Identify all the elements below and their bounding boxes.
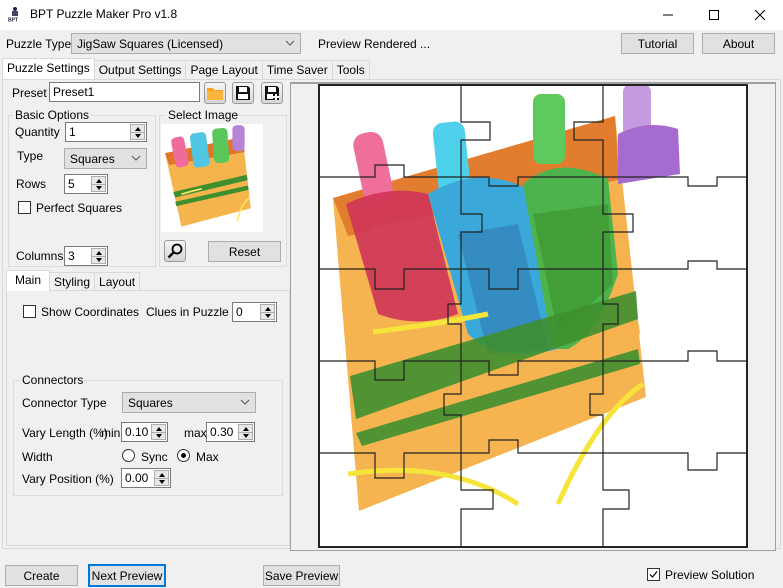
save-as-preset-button[interactable] (261, 82, 283, 104)
status-text: Preview Rendered ... (318, 37, 431, 51)
type-value: Squares (70, 151, 115, 166)
spin-buttons[interactable] (130, 124, 145, 140)
quantity-label: Quantity (15, 125, 60, 139)
spin-buttons[interactable] (91, 248, 106, 264)
tab-tools[interactable]: Tools (331, 60, 370, 79)
sub-tabs: Main Styling Layout (6, 270, 141, 291)
tab-output-settings[interactable]: Output Settings (93, 60, 187, 79)
preview-solution-label: Preview Solution (665, 568, 755, 582)
columns-label: Columns (16, 249, 64, 263)
vary-length-max-value: 0.30 (210, 425, 234, 439)
preset-label: Preset (12, 86, 47, 100)
title-bar: BPT BPT Puzzle Maker Pro v1.8 (0, 0, 783, 30)
puzzle-type-value: JigSaw Squares (Licensed) (77, 36, 224, 51)
preset-input[interactable]: Preset1 (49, 82, 200, 102)
spin-buttons[interactable] (91, 176, 106, 192)
window-title: BPT Puzzle Maker Pro v1.8 (30, 7, 178, 21)
clues-stepper[interactable]: 0 (232, 302, 277, 322)
bpt-app-icon: BPT (7, 6, 23, 24)
type-select[interactable]: Squares (64, 148, 147, 169)
main-tabs: Puzzle Settings Output Settings Page Lay… (2, 58, 370, 79)
save-preset-button[interactable] (232, 82, 254, 104)
rows-stepper[interactable]: 5 (64, 174, 108, 194)
image-thumbnail[interactable] (161, 124, 263, 232)
puzzle-type-label: Puzzle Type (6, 37, 72, 51)
clues-value: 0 (236, 305, 243, 319)
puzzle-preview[interactable] (318, 84, 748, 548)
reset-image-button[interactable]: Reset (208, 241, 281, 262)
rows-label: Rows (16, 177, 47, 191)
width-label: Width (22, 450, 53, 464)
columns-value: 3 (68, 249, 75, 263)
crayon-box-thumbnail (165, 125, 251, 227)
minimize-button[interactable] (645, 0, 691, 30)
show-coordinates-label: Show Coordinates (41, 305, 140, 319)
vary-position-label: Vary Position (%) (22, 472, 114, 486)
next-preview-button[interactable]: Next Preview (88, 564, 166, 587)
close-button[interactable] (737, 0, 783, 30)
vary-length-min-stepper[interactable]: 0.10 (121, 422, 168, 442)
chevron-down-icon (240, 399, 250, 405)
svg-text:BPT: BPT (8, 18, 18, 23)
width-sync-radio[interactable] (122, 449, 135, 462)
magnifier-icon (167, 243, 183, 259)
quantity-value: 1 (69, 125, 76, 139)
spin-buttons[interactable] (151, 424, 166, 440)
chevron-down-icon (131, 155, 141, 161)
vary-length-label: Vary Length (%) (22, 426, 108, 440)
open-preset-button[interactable] (204, 82, 226, 104)
perfect-squares-label: Perfect Squares (36, 201, 123, 215)
width-sync-label: Sync (141, 450, 168, 464)
save-as-icon (265, 86, 279, 100)
show-coordinates-checkbox[interactable] (23, 305, 36, 318)
puzzle-type-select[interactable]: JigSaw Squares (Licensed) (71, 33, 301, 54)
minimize-icon (663, 14, 673, 16)
zoom-image-button[interactable] (164, 240, 186, 262)
chevron-down-icon (285, 40, 295, 46)
tutorial-button[interactable]: Tutorial (621, 33, 694, 54)
vary-length-max-label: max (184, 426, 207, 440)
spin-buttons[interactable] (260, 304, 275, 320)
about-button[interactable]: About (702, 33, 775, 54)
maximize-button[interactable] (691, 0, 737, 30)
spin-buttons[interactable] (154, 470, 169, 486)
open-folder-icon (207, 88, 223, 100)
vary-position-stepper[interactable]: 0.00 (121, 468, 171, 488)
maximize-icon (709, 10, 719, 20)
save-icon (236, 86, 250, 100)
create-button[interactable]: Create (5, 565, 78, 586)
connector-type-value: Squares (128, 395, 173, 410)
width-max-radio[interactable] (177, 449, 190, 462)
tab-main[interactable]: Main (6, 270, 51, 291)
type-label: Type (17, 149, 44, 163)
tab-layout[interactable]: Layout (94, 272, 141, 291)
clues-label: Clues in Puzzle (146, 305, 229, 319)
vary-length-min-label: min (101, 426, 121, 440)
select-image-title: Select Image (166, 108, 241, 122)
columns-stepper[interactable]: 3 (64, 246, 108, 266)
width-max-label: Max (196, 450, 219, 464)
checkmark-icon (649, 571, 658, 578)
vary-length-max-stepper[interactable]: 0.30 (206, 422, 255, 442)
spin-buttons[interactable] (238, 424, 253, 440)
save-preview-button[interactable]: Save Preview (263, 565, 340, 586)
tab-time-saver[interactable]: Time Saver (261, 60, 333, 79)
perfect-squares-checkbox[interactable] (18, 201, 31, 214)
rows-value: 5 (68, 177, 75, 191)
tab-styling[interactable]: Styling (49, 272, 96, 291)
vary-length-min-value: 0.10 (125, 425, 149, 439)
connector-type-select[interactable]: Squares (122, 392, 256, 413)
preview-solution-checkbox[interactable] (647, 568, 660, 581)
connectors-title: Connectors (20, 373, 86, 387)
tab-puzzle-settings[interactable]: Puzzle Settings (2, 58, 95, 79)
close-icon (755, 10, 765, 20)
quantity-stepper[interactable]: 1 (65, 122, 147, 142)
connector-type-label: Connector Type (22, 396, 107, 410)
vary-position-value: 0.00 (125, 471, 149, 485)
basic-options-title: Basic Options (13, 108, 92, 122)
tab-page-layout[interactable]: Page Layout (185, 60, 263, 79)
